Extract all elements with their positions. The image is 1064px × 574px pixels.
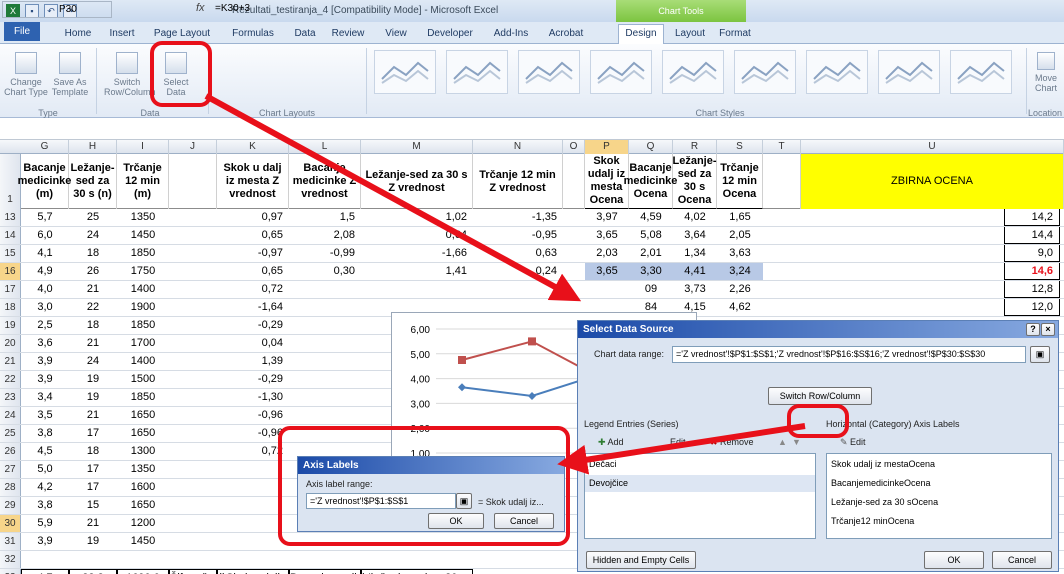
annotation-arrows [204,93,806,475]
arrow-to-dialog [204,93,582,302]
arrow-to-axis-dialog [557,423,806,475]
excel-window: X ▪ ↶ ↷ Rezultati_testiranja_4 [Compatib… [0,0,1064,574]
